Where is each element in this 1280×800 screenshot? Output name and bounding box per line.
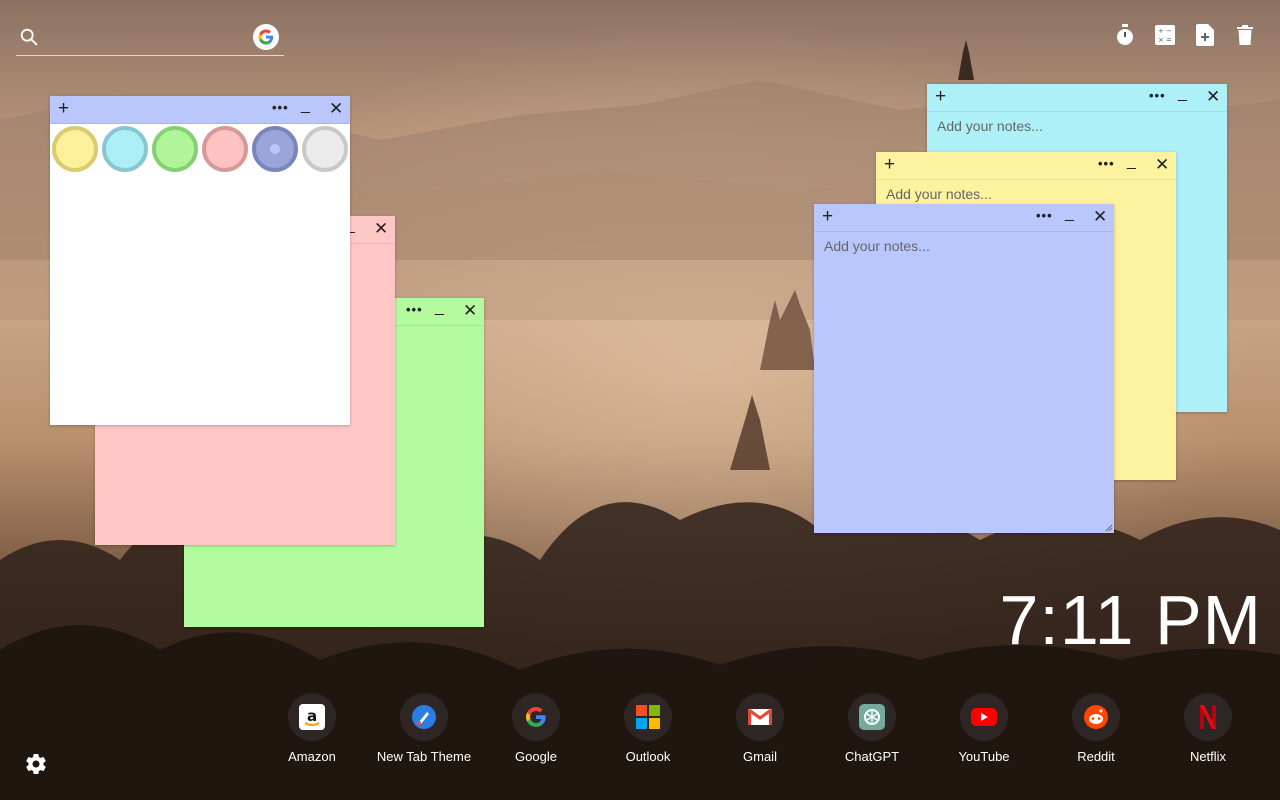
chatgpt-icon xyxy=(859,704,885,730)
shortcut-google[interactable]: Google xyxy=(480,693,592,764)
shortcut-circle[interactable] xyxy=(736,693,784,741)
note-header[interactable]: + ••• _ ✕ xyxy=(927,84,1227,112)
minimize-button[interactable]: _ xyxy=(1127,153,1136,171)
add-note-button[interactable]: + xyxy=(822,207,833,227)
shortcut-label: Outlook xyxy=(625,749,671,764)
google-icon xyxy=(258,29,274,45)
color-swatch-pink[interactable] xyxy=(202,126,248,172)
svg-text:×: × xyxy=(1158,36,1164,44)
search-icon[interactable] xyxy=(18,26,40,48)
stopwatch-icon xyxy=(1117,24,1133,45)
google-search-button[interactable] xyxy=(253,24,279,50)
shortcut-circle[interactable]: a xyxy=(288,693,336,741)
svg-text:−: − xyxy=(1166,27,1172,35)
color-swatch-gray[interactable] xyxy=(302,126,348,172)
clock-display: 7:11 PM xyxy=(999,581,1262,659)
search-bar xyxy=(16,22,284,56)
sticky-note-blue[interactable]: + ••• _ ✕ xyxy=(814,204,1114,533)
close-icon[interactable]: ✕ xyxy=(374,220,388,238)
add-note-button[interactable]: + xyxy=(884,155,895,175)
calculator-button[interactable]: + − × = xyxy=(1154,22,1176,48)
close-icon[interactable]: ✕ xyxy=(1093,208,1107,226)
close-icon[interactable]: ✕ xyxy=(329,100,343,118)
reddit-icon xyxy=(1084,705,1108,729)
minimize-button[interactable]: _ xyxy=(301,97,310,115)
shortcut-label: Amazon xyxy=(288,749,336,764)
shortcut-youtube[interactable]: YouTube xyxy=(928,693,1040,764)
close-icon[interactable]: ✕ xyxy=(1155,156,1169,174)
gmail-icon xyxy=(748,708,772,725)
svg-text:+: + xyxy=(1158,27,1164,35)
close-icon[interactable]: ✕ xyxy=(463,302,477,320)
shortcut-circle[interactable] xyxy=(400,693,448,741)
color-swatch-blue-selected[interactable] xyxy=(252,126,298,172)
shortcut-new-tab-theme[interactable]: New Tab Theme xyxy=(368,693,480,764)
shortcut-circle[interactable] xyxy=(848,693,896,741)
google-icon xyxy=(526,707,546,727)
color-palette xyxy=(50,124,350,174)
shortcut-netflix[interactable]: Netflix xyxy=(1152,693,1264,764)
search-input[interactable] xyxy=(46,24,246,50)
gear-icon[interactable] xyxy=(24,752,48,776)
add-note-button[interactable]: + xyxy=(58,99,69,119)
calculator-icon: + − × = xyxy=(1155,25,1175,45)
add-note-button[interactable] xyxy=(1194,22,1216,48)
note-header[interactable]: + ••• _ ✕ xyxy=(814,204,1114,232)
shortcut-label: Gmail xyxy=(743,749,777,764)
shortcut-circle[interactable] xyxy=(624,693,672,741)
shortcut-label: New Tab Theme xyxy=(376,749,472,764)
add-note-button[interactable]: + xyxy=(935,87,946,107)
note-header[interactable]: + ••• _ ✕ xyxy=(50,96,350,124)
color-swatch-green[interactable] xyxy=(152,126,198,172)
more-options-icon[interactable]: ••• xyxy=(1098,156,1115,171)
shortcut-label: Google xyxy=(515,749,557,764)
minimize-button[interactable]: _ xyxy=(1178,85,1187,103)
minimize-button[interactable]: _ xyxy=(1065,205,1074,223)
shortcut-chatgpt[interactable]: ChatGPT xyxy=(816,693,928,764)
minimize-button[interactable]: _ xyxy=(435,299,444,317)
more-options-icon[interactable]: ••• xyxy=(1036,208,1053,223)
shortcut-circle[interactable] xyxy=(960,693,1008,741)
delete-button[interactable] xyxy=(1234,22,1256,48)
new-tab-theme-icon xyxy=(412,705,436,729)
close-icon[interactable]: ✕ xyxy=(1206,88,1220,106)
note-header[interactable]: + ••• _ ✕ xyxy=(876,152,1176,180)
shortcut-label: ChatGPT xyxy=(844,749,900,764)
color-swatch-yellow[interactable] xyxy=(52,126,98,172)
shortcut-reddit[interactable]: Reddit xyxy=(1040,693,1152,764)
amazon-icon: a xyxy=(299,704,325,730)
top-toolbar: + − × = xyxy=(1114,22,1256,48)
shortcut-gmail[interactable]: Gmail xyxy=(704,693,816,764)
selected-indicator xyxy=(270,144,280,154)
trash-icon xyxy=(1237,25,1253,45)
shortcut-circle[interactable] xyxy=(1184,693,1232,741)
svg-text:=: = xyxy=(1166,36,1172,44)
shortcut-amazon[interactable]: a Amazon xyxy=(256,693,368,764)
color-swatch-cyan[interactable] xyxy=(102,126,148,172)
svg-text:a: a xyxy=(307,707,317,725)
shortcut-bar: a Amazon New Tab Theme Google Outlook Gm… xyxy=(256,693,1264,764)
shortcut-circle[interactable] xyxy=(512,693,560,741)
netflix-icon xyxy=(1200,705,1216,729)
add-note-icon xyxy=(1196,24,1214,46)
sticky-note-white[interactable]: + ••• _ ✕ xyxy=(50,96,350,425)
shortcut-label: Reddit xyxy=(1077,749,1115,764)
shortcut-outlook[interactable]: Outlook xyxy=(592,693,704,764)
youtube-icon xyxy=(971,708,997,726)
shortcut-circle[interactable] xyxy=(1072,693,1120,741)
outlook-icon xyxy=(636,705,660,729)
more-options-icon[interactable]: ••• xyxy=(272,100,289,115)
more-options-icon[interactable]: ••• xyxy=(1149,88,1166,103)
more-options-icon[interactable]: ••• xyxy=(406,302,423,317)
shortcut-label: Netflix xyxy=(1189,749,1227,764)
timer-button[interactable] xyxy=(1114,22,1136,48)
shortcut-label: YouTube xyxy=(958,749,1010,764)
resize-handle-icon[interactable] xyxy=(1105,524,1113,532)
note-text-input[interactable] xyxy=(814,232,1114,533)
